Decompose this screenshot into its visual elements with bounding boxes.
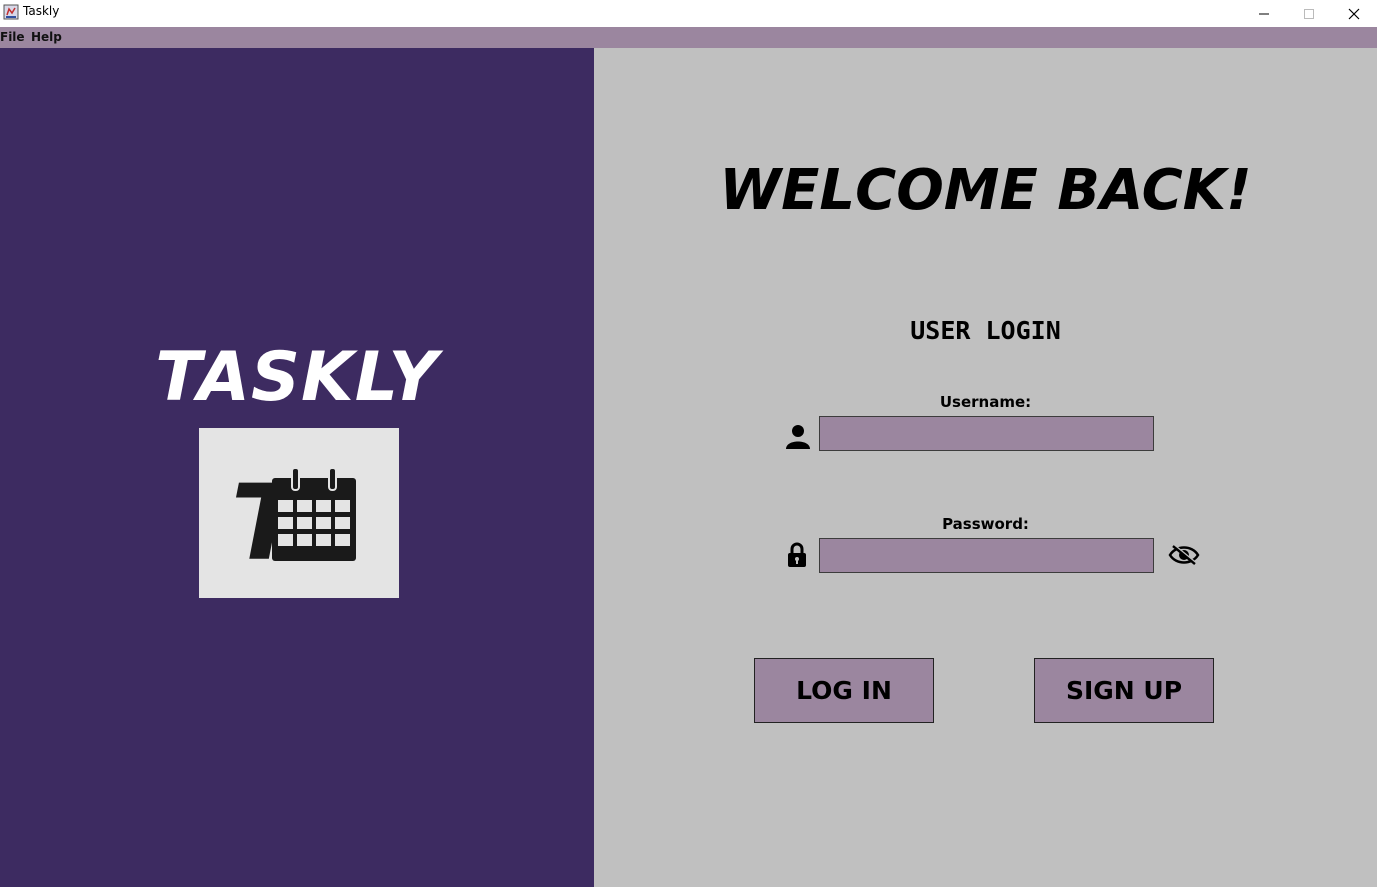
window-titlebar: Taskly bbox=[0, 0, 1377, 27]
eye-slash-icon[interactable] bbox=[1168, 544, 1200, 570]
user-icon bbox=[786, 424, 810, 453]
minimize-button[interactable] bbox=[1241, 0, 1287, 27]
brand-title: TASKLY bbox=[155, 338, 439, 417]
login-button[interactable]: LOG IN bbox=[754, 658, 934, 723]
username-label: Username: bbox=[939, 393, 1032, 411]
signup-button[interactable]: SIGN UP bbox=[1034, 658, 1214, 723]
java-cup-icon bbox=[3, 4, 19, 20]
menu-file[interactable]: File bbox=[0, 30, 25, 44]
maximize-icon bbox=[1304, 8, 1314, 19]
close-icon bbox=[1348, 8, 1360, 19]
window-title: Taskly bbox=[23, 4, 60, 18]
login-heading: USER LOGIN bbox=[910, 316, 1061, 345]
maximize-button[interactable] bbox=[1286, 0, 1332, 27]
welcome-heading: WELCOME BACK! bbox=[719, 158, 1252, 223]
lock-icon bbox=[787, 542, 807, 572]
close-button[interactable] bbox=[1331, 0, 1377, 27]
password-input[interactable] bbox=[819, 538, 1154, 573]
menu-bar: File Help bbox=[0, 27, 1377, 48]
username-input[interactable] bbox=[819, 416, 1154, 451]
login-panel: WELCOME BACK! USER LOGIN Username: Passw… bbox=[594, 48, 1377, 887]
password-label: Password: bbox=[942, 515, 1029, 533]
minimize-icon bbox=[1259, 13, 1269, 14]
brand-panel: TASKLY T bbox=[0, 48, 594, 887]
menu-help[interactable]: Help bbox=[31, 30, 62, 44]
taskly-calendar-logo: T bbox=[199, 428, 399, 598]
